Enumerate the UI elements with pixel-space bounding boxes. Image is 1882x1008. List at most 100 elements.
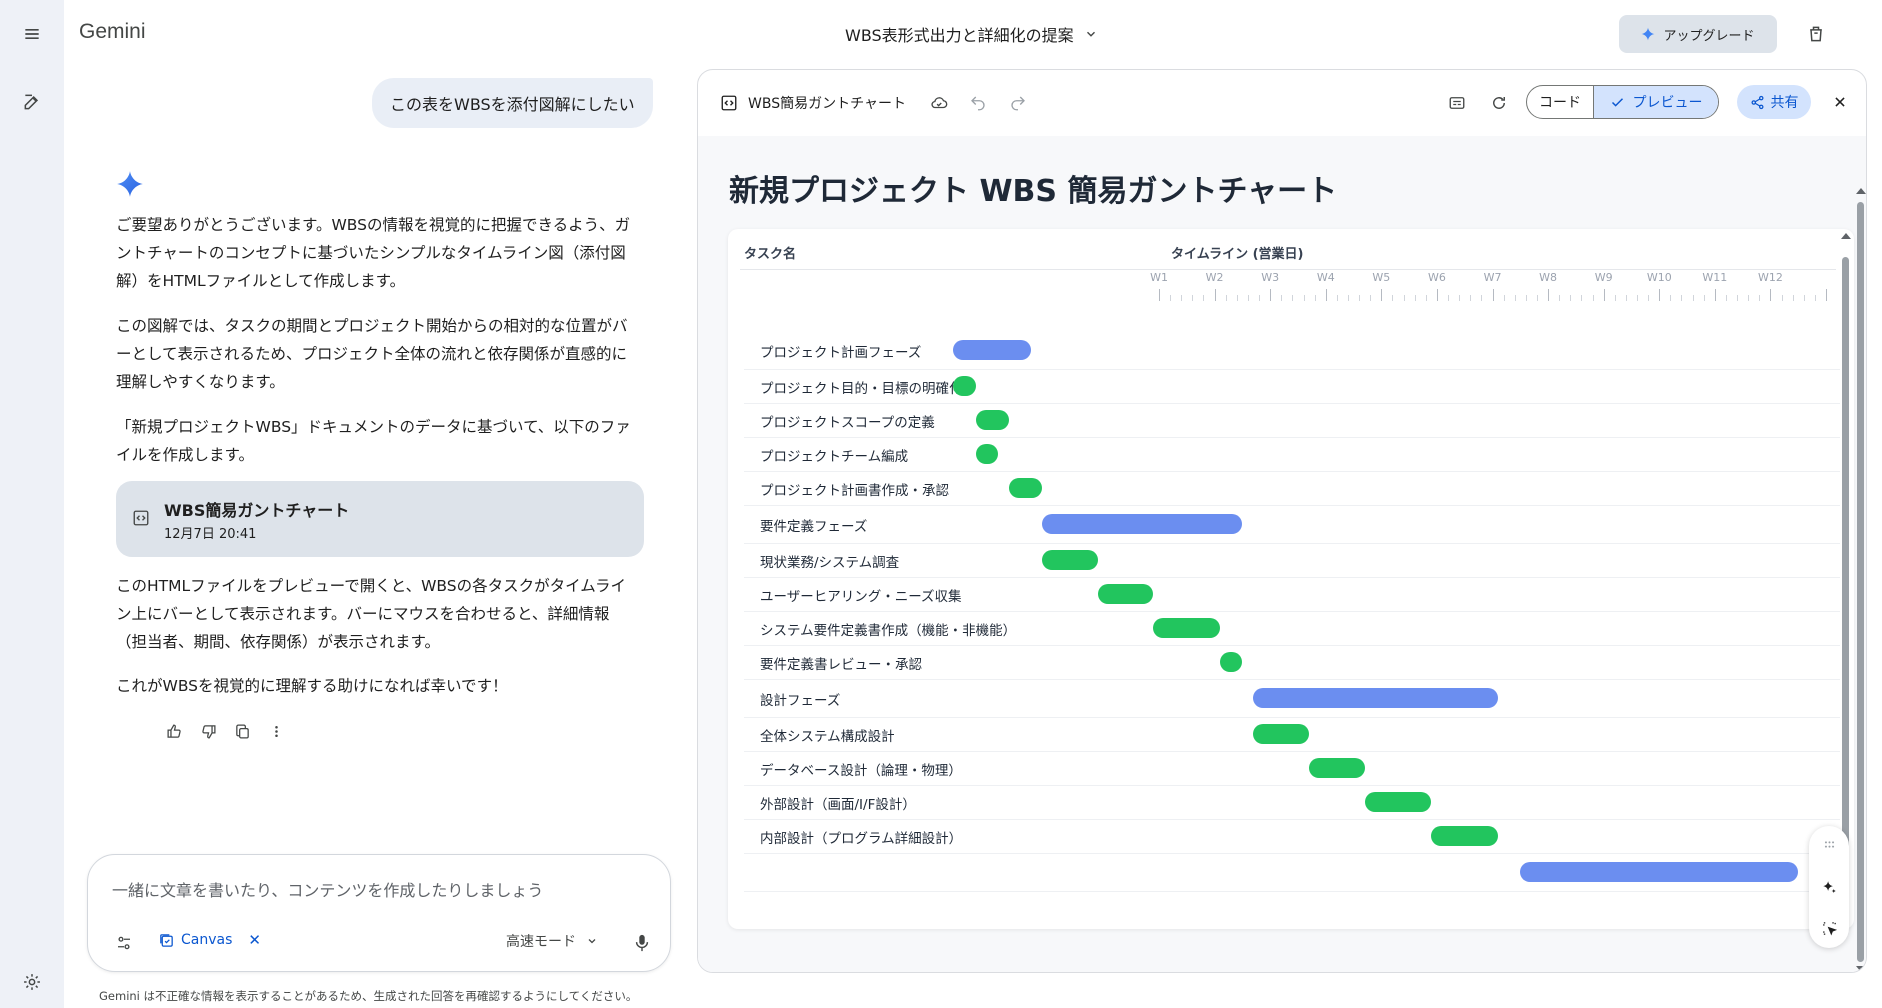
timeline-tick — [1270, 289, 1272, 301]
inner-scrollbar[interactable] — [1839, 229, 1851, 929]
timeline-tick — [1370, 295, 1372, 301]
settings-icon[interactable] — [14, 964, 50, 1000]
timeline-tick — [1559, 295, 1561, 301]
phase-label: 設計フェーズ — [760, 693, 841, 709]
code-file-icon — [721, 95, 737, 111]
ai-edit-sparkle-icon[interactable] — [1819, 877, 1839, 897]
phase-bar[interactable] — [1042, 514, 1243, 534]
timeline-tick — [1581, 295, 1583, 301]
task-bar[interactable] — [953, 376, 976, 396]
new-chat-icon[interactable] — [14, 84, 50, 120]
preview-tab[interactable]: プレビュー — [1594, 86, 1718, 118]
timeline-tick — [1425, 295, 1427, 301]
phase-bar[interactable] — [1520, 862, 1799, 882]
task-label: プロジェクトチーム編成 — [760, 449, 909, 465]
thumbs-up-icon[interactable] — [162, 719, 186, 743]
task-bar[interactable] — [1153, 618, 1221, 638]
timeline-tick — [1759, 295, 1761, 301]
timeline-tick — [1592, 295, 1594, 301]
phase-bar[interactable] — [1253, 688, 1499, 708]
task-bar[interactable] — [1220, 652, 1243, 672]
preview-tab-label: プレビュー — [1632, 95, 1703, 111]
week-label: W5 — [1372, 271, 1391, 284]
task-bar[interactable] — [1431, 826, 1499, 846]
week-label: W11 — [1702, 271, 1728, 284]
timeline-tick — [1159, 289, 1160, 301]
timeline-tick — [1214, 289, 1216, 301]
thumbs-down-icon[interactable] — [196, 719, 220, 743]
redo-icon[interactable] — [1005, 90, 1031, 116]
timeline-tick — [1737, 295, 1739, 301]
cloud-saved-icon[interactable] — [926, 90, 952, 116]
microphone-icon[interactable] — [628, 929, 656, 957]
app-brand: Gemini — [79, 20, 146, 43]
row-divider — [744, 505, 1840, 506]
row-divider — [744, 751, 1840, 752]
week-label: W9 — [1594, 271, 1613, 284]
upgrade-button[interactable]: アップグレード — [1619, 15, 1777, 53]
timeline-tick — [1814, 295, 1816, 301]
more-vert-icon[interactable] — [264, 719, 288, 743]
timeline-tick — [1692, 295, 1694, 301]
timeline-tick — [1570, 295, 1572, 301]
task-bar[interactable] — [1253, 724, 1310, 744]
task-bar[interactable] — [975, 444, 998, 464]
console-icon[interactable] — [1444, 90, 1470, 116]
conversation-title-dropdown[interactable]: WBS表形式出力と詳細化の提案 — [845, 22, 1098, 46]
row-divider — [744, 611, 1840, 612]
task-label: 外部設計（画面/I/F設計） — [760, 797, 916, 813]
task-bar[interactable] — [975, 410, 1009, 430]
share-button[interactable]: 共有 — [1737, 85, 1811, 119]
week-label: W6 — [1427, 271, 1446, 284]
prompt-input[interactable] — [112, 875, 632, 905]
row-divider — [744, 369, 1840, 370]
mode-select[interactable]: 高速モード — [506, 931, 598, 951]
response-paragraph: このHTMLファイルをプレビューで開くと、WBSの各タスクがタイムライ ン上にバー… — [116, 577, 627, 651]
task-label: データベース設計（論理・物理） — [760, 763, 962, 779]
edit-tools — [1809, 826, 1849, 948]
inner-scrollbar-thumb[interactable] — [1842, 257, 1849, 917]
timeline-tick — [1714, 289, 1716, 301]
copy-icon[interactable] — [230, 719, 254, 743]
week-label: W10 — [1646, 271, 1672, 284]
timeline-tick — [1659, 289, 1661, 301]
scroll-up-arrow-icon[interactable] — [1856, 188, 1866, 194]
header-divider — [740, 269, 1836, 270]
row-divider — [744, 543, 1840, 544]
task-label: 要件定義書レビュー・承認 — [760, 657, 922, 673]
select-element-icon[interactable] — [1819, 918, 1839, 938]
response-paragraph: この図解では、タスクの期間とプロジェクト開始からの相対的な位置がバ ーとして表示さ… — [116, 317, 628, 391]
row-divider — [744, 437, 1840, 438]
check-icon — [1611, 97, 1623, 107]
task-bar[interactable] — [1309, 758, 1365, 778]
prompt-input-box: Canvas ✕ 高速モード — [87, 854, 671, 972]
canvas-chip[interactable]: Canvas ✕ — [158, 931, 261, 949]
delete-icon[interactable] — [1800, 18, 1832, 50]
row-divider — [744, 717, 1840, 718]
outer-scrollbar[interactable] — [1854, 188, 1866, 972]
canvas-chip-close-icon[interactable]: ✕ — [248, 931, 261, 949]
task-bar[interactable] — [1364, 792, 1432, 812]
outer-scrollbar-thumb[interactable] — [1857, 202, 1864, 962]
timeline-tick — [1548, 289, 1550, 301]
refresh-icon[interactable] — [1486, 90, 1512, 116]
phase-bar[interactable] — [953, 340, 1032, 360]
response-paragraph: これがWBSを視覚的に理解する助けになれば幸いです！ — [116, 677, 508, 695]
timeline-tick — [1614, 295, 1616, 301]
task-bar[interactable] — [1008, 478, 1043, 498]
task-bar[interactable] — [1042, 550, 1098, 570]
tools-icon[interactable] — [110, 929, 138, 957]
drag-handle-icon[interactable] — [1819, 834, 1839, 854]
timeline-tick — [1525, 295, 1527, 301]
scroll-up-arrow-icon[interactable] — [1841, 233, 1851, 239]
close-icon[interactable] — [1827, 89, 1853, 115]
file-card[interactable]: WBS簡易ガントチャート 12月7日 20:41 — [116, 481, 644, 557]
scroll-down-arrow-icon[interactable] — [1856, 966, 1866, 972]
timeline-tick — [1336, 295, 1338, 301]
menu-icon[interactable] — [14, 16, 50, 52]
undo-icon[interactable] — [965, 90, 991, 116]
timeline-column-header: タイムライン (営業日) — [1171, 247, 1304, 262]
task-bar[interactable] — [1097, 584, 1154, 604]
code-file-icon — [133, 510, 149, 526]
code-tab[interactable]: コード — [1527, 86, 1594, 118]
